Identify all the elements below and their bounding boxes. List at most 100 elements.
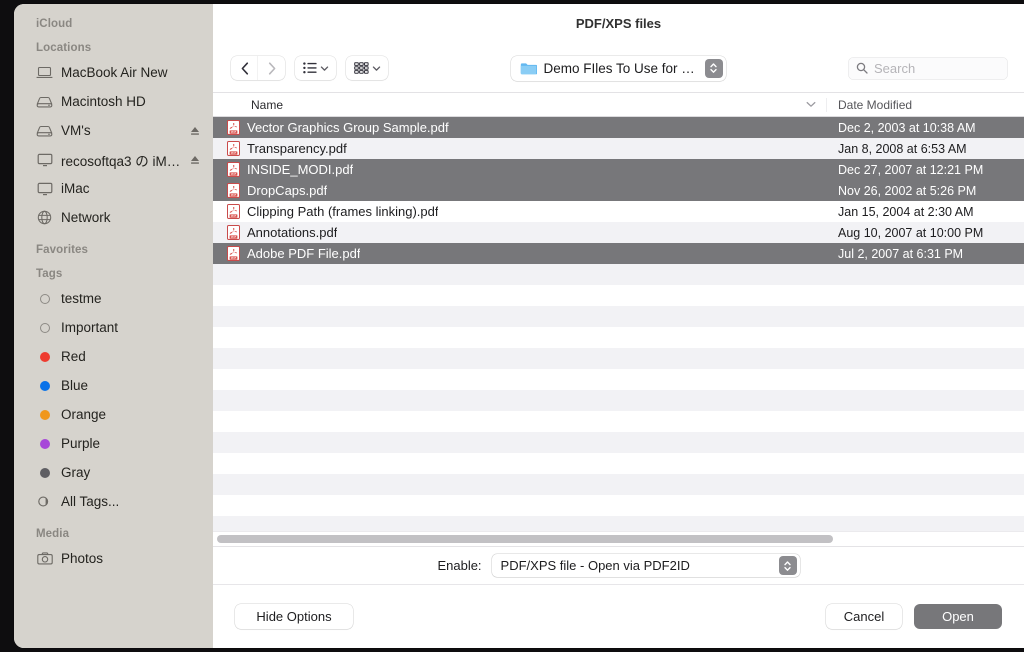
file-list[interactable]: PDF Vector Graphics Group Sample.pdf Dec … xyxy=(213,117,1024,531)
file-row-empty xyxy=(213,390,1024,411)
sidebar-item-macintosh-hd[interactable]: Macintosh HD xyxy=(14,87,213,116)
sort-chevron-icon[interactable] xyxy=(806,101,826,108)
sidebar-item-label: Photos xyxy=(61,551,201,566)
file-row[interactable]: PDF Transparency.pdfJan 8, 2008 at 6:53 … xyxy=(213,138,1024,159)
sidebar-item-recosoftqa3-imac[interactable]: recosoftqa3 の iMac xyxy=(14,145,213,174)
search-field[interactable]: Search xyxy=(848,57,1008,80)
column-header-date-modified[interactable]: Date Modified xyxy=(826,98,1024,112)
enable-select-value: PDF/XPS file - Open via PDF2ID xyxy=(501,558,779,573)
sidebar-item-tag-purple[interactable]: Purple xyxy=(14,429,213,458)
sidebar-item-macbook-air-new[interactable]: MacBook Air New xyxy=(14,58,213,87)
display-icon xyxy=(36,152,53,168)
open-button[interactable]: Open xyxy=(914,604,1002,629)
sidebar-item-photos[interactable]: Photos xyxy=(14,544,213,573)
file-date-cell: Dec 27, 2007 at 12:21 PM xyxy=(826,163,1024,177)
file-name-cell[interactable]: PDF Adobe PDF File.pdf xyxy=(213,246,826,261)
file-row-empty xyxy=(213,495,1024,516)
file-row[interactable]: PDF Adobe PDF File.pdfJul 2, 2007 at 6:3… xyxy=(213,243,1024,264)
sidebar-item-tag-blue[interactable]: Blue xyxy=(14,371,213,400)
file-name-label: Adobe PDF File.pdf xyxy=(247,246,360,261)
tag-dot-icon xyxy=(36,320,53,336)
harddisk-icon xyxy=(36,94,53,110)
enable-select-stepper[interactable] xyxy=(779,556,797,575)
pdf-file-icon: PDF xyxy=(227,120,240,135)
sidebar-item-imac[interactable]: iMac xyxy=(14,174,213,203)
file-name-label: Vector Graphics Group Sample.pdf xyxy=(247,120,449,135)
sidebar-item-tag-testme[interactable]: testme xyxy=(14,284,213,313)
file-name-cell[interactable]: PDF Clipping Path (frames linking).pdf xyxy=(213,204,826,219)
file-row-empty xyxy=(213,306,1024,327)
sidebar-item-label: Red xyxy=(61,349,201,364)
eject-icon[interactable] xyxy=(189,125,201,137)
svg-text:PDF: PDF xyxy=(231,130,237,134)
hide-options-button[interactable]: Hide Options xyxy=(235,604,353,629)
list-view-icon xyxy=(303,62,317,74)
horizontal-scrollbar[interactable] xyxy=(213,531,1024,546)
column-header[interactable]: Name Date Modified xyxy=(213,92,1024,117)
sidebar-item-tag-gray[interactable]: Gray xyxy=(14,458,213,487)
sidebar-item-all-tags[interactable]: All Tags... xyxy=(14,487,213,516)
sidebar-group-tags: Tags xyxy=(14,268,213,280)
file-row[interactable]: PDF Vector Graphics Group Sample.pdfDec … xyxy=(213,117,1024,138)
icon-view-button[interactable] xyxy=(346,56,388,80)
file-name-cell[interactable]: PDF DropCaps.pdf xyxy=(213,183,826,198)
navigation-buttons[interactable] xyxy=(231,56,285,80)
file-name-cell[interactable]: PDF Annotations.pdf xyxy=(213,225,826,240)
sidebar-item-vms[interactable]: VM's xyxy=(14,116,213,145)
tag-dot-icon xyxy=(36,407,53,423)
file-name-label: Clipping Path (frames linking).pdf xyxy=(247,204,438,219)
scrollbar-track[interactable] xyxy=(213,532,1024,547)
svg-text:PDF: PDF xyxy=(231,151,237,155)
sidebar-item-label: Gray xyxy=(61,465,201,480)
sidebar-item-tag-important[interactable]: Important xyxy=(14,313,213,342)
file-name-label: INSIDE_MODI.pdf xyxy=(247,162,353,177)
sidebar-item-tag-orange[interactable]: Orange xyxy=(14,400,213,429)
sidebar-item-label: All Tags... xyxy=(61,494,201,509)
sidebar-item-label: MacBook Air New xyxy=(61,65,201,80)
display-icon xyxy=(36,181,53,197)
sidebar-item-label: testme xyxy=(61,291,201,306)
list-view-button[interactable] xyxy=(295,56,336,80)
sidebar-item-label: Macintosh HD xyxy=(61,94,201,109)
file-row-empty xyxy=(213,264,1024,285)
titlebar: PDF/XPS files xyxy=(213,4,1024,44)
column-header-name[interactable]: Name xyxy=(213,98,826,112)
svg-text:PDF: PDF xyxy=(231,256,237,260)
file-row[interactable]: PDF Annotations.pdfAug 10, 2007 at 10:00… xyxy=(213,222,1024,243)
sidebar[interactable]: iCloud Locations MacBook Air New Ma xyxy=(14,4,213,648)
file-name-cell[interactable]: PDF INSIDE_MODI.pdf xyxy=(213,162,826,177)
file-row[interactable]: PDF INSIDE_MODI.pdfDec 27, 2007 at 12:21… xyxy=(213,159,1024,180)
file-name-cell[interactable]: PDF Vector Graphics Group Sample.pdf xyxy=(213,120,826,135)
svg-text:PDF: PDF xyxy=(231,235,237,239)
file-date-cell: Jan 8, 2008 at 6:53 AM xyxy=(826,142,1024,156)
eject-icon[interactable] xyxy=(189,154,201,166)
path-popup-button[interactable]: Demo FIles To Use for P... xyxy=(511,56,726,81)
sidebar-item-label: Blue xyxy=(61,378,201,393)
svg-text:PDF: PDF xyxy=(231,214,237,218)
cancel-button[interactable]: Cancel xyxy=(826,604,902,629)
enable-select[interactable]: PDF/XPS file - Open via PDF2ID xyxy=(492,554,800,577)
folder-icon xyxy=(520,62,537,75)
chevron-up-down-icon xyxy=(709,61,718,75)
file-row-empty xyxy=(213,285,1024,306)
file-name-label: DropCaps.pdf xyxy=(247,183,327,198)
file-date-cell: Jul 2, 2007 at 6:31 PM xyxy=(826,247,1024,261)
sidebar-item-label: Orange xyxy=(61,407,201,422)
pdf-file-icon: PDF xyxy=(227,225,240,240)
file-row-empty xyxy=(213,453,1024,474)
forward-button[interactable] xyxy=(258,56,285,80)
main-panel: PDF/XPS files xyxy=(213,4,1024,648)
file-row[interactable]: PDF Clipping Path (frames linking).pdfJa… xyxy=(213,201,1024,222)
tag-dot-icon xyxy=(36,378,53,394)
path-popup-stepper[interactable] xyxy=(705,59,723,78)
grid-view-icon xyxy=(354,62,369,74)
sidebar-item-network[interactable]: Network xyxy=(14,203,213,232)
scrollbar-thumb[interactable] xyxy=(217,535,833,543)
file-name-cell[interactable]: PDF Transparency.pdf xyxy=(213,141,826,156)
file-row[interactable]: PDF DropCaps.pdfNov 26, 2002 at 5:26 PM xyxy=(213,180,1024,201)
laptop-icon xyxy=(36,65,53,81)
back-button[interactable] xyxy=(231,56,258,80)
tag-dot-icon xyxy=(36,349,53,365)
file-row-empty xyxy=(213,411,1024,432)
sidebar-item-tag-red[interactable]: Red xyxy=(14,342,213,371)
